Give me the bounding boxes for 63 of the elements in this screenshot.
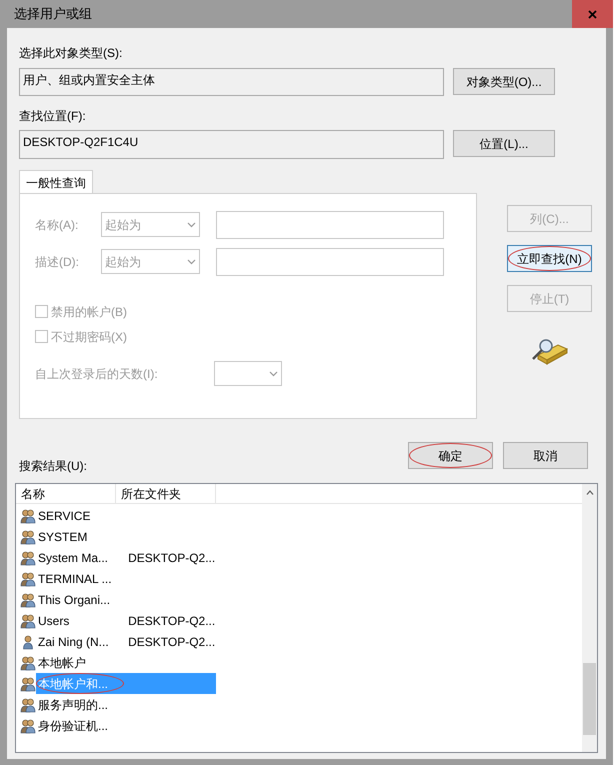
results-label: 搜索结果(U): [19, 458, 87, 475]
name-cell-text: Users [38, 612, 70, 630]
name-cell-text: SYSTEM [38, 528, 88, 546]
users-icon [20, 528, 36, 544]
name-cell-text: SERVICE [38, 508, 90, 524]
folder-cell-text: DESKTOP-Q2... [128, 634, 216, 650]
result-row[interactable]: SYSTEM [16, 526, 216, 547]
result-row[interactable]: 本地帐户 [16, 652, 216, 673]
users-icon [20, 508, 36, 524]
object-type-field: 用户、组或内置安全主体 [19, 68, 444, 96]
side-button[interactable]: 立即查找(N) [507, 245, 592, 272]
result-row[interactable]: Zai Ning (N... DESKTOP-Q2... [16, 631, 216, 652]
scroll-thumb[interactable] [583, 663, 596, 735]
tab[interactable]: 一般性查询 [19, 170, 93, 194]
chevron-down-icon [187, 222, 196, 228]
ok-button[interactable]: 确定 [408, 442, 493, 469]
result-row[interactable]: TERMINAL ... [16, 568, 216, 589]
field-label: 查找位置(F): [19, 108, 87, 125]
name-cell-text: 本地帐户和... [38, 676, 108, 692]
chevron-down-icon [187, 258, 196, 264]
field-label: 名称(A): [35, 216, 80, 234]
name-cell-text: System Ma... [38, 550, 108, 566]
field-label: 描述(D): [35, 254, 80, 270]
close-icon [588, 10, 597, 18]
object-types-button[interactable]: 对象类型(O)... [453, 68, 555, 95]
result-row[interactable]: 身份验证机... [16, 715, 216, 736]
checkbox-label: 不过期密码(X) [51, 328, 127, 346]
chevron-down-icon [269, 370, 278, 376]
scrollbar[interactable] [582, 484, 597, 752]
column-header[interactable]: 所在文件夹 [116, 484, 216, 503]
name-cell-text: 服务声明的... [38, 696, 108, 714]
result-row[interactable]: System Ma... DESKTOP-Q2... [16, 547, 216, 568]
window-title: 选择用户或组 [13, 5, 92, 24]
column-header[interactable]: 名称 [16, 484, 116, 503]
users-icon [20, 592, 36, 608]
location-field: DESKTOP-Q2F1C4U [19, 130, 444, 159]
name-cell-text: This Organi... [38, 592, 110, 608]
name-cell-text: TERMINAL ... [38, 570, 112, 588]
users-icon [20, 550, 36, 566]
checkbox-label: 禁用的帐户(B) [51, 304, 127, 320]
folder-cell-text: DESKTOP-Q2... [128, 550, 216, 566]
users-icon [20, 570, 36, 586]
users-icon [20, 676, 36, 692]
name-cell-text: Zai Ning (N... [38, 634, 109, 650]
users-icon [20, 612, 36, 628]
users-icon [20, 718, 36, 734]
folder-cell-text: DESKTOP-Q2... [128, 612, 216, 630]
result-row[interactable]: Users DESKTOP-Q2... [16, 610, 216, 631]
result-row[interactable]: 服务声明的... [16, 694, 216, 715]
name-cell-text: 身份验证机... [38, 718, 108, 734]
user-icon [20, 634, 36, 650]
locations-button[interactable]: 位置(L)... [453, 130, 555, 157]
result-row[interactable]: SERVICE [16, 505, 216, 526]
field-label: 自上次登录后的天数(I): [35, 366, 159, 382]
users-icon [20, 696, 36, 712]
field-label: 选择此对象类型(S): [19, 45, 124, 62]
users-icon [20, 654, 36, 670]
result-row[interactable]: This Organi... [16, 589, 216, 610]
close-button[interactable] [572, 0, 613, 28]
search-directory-icon [530, 337, 568, 365]
scroll-up-icon [586, 490, 594, 495]
name-cell-text: 本地帐户 [38, 654, 86, 672]
cancel-button[interactable]: 取消 [503, 442, 588, 469]
